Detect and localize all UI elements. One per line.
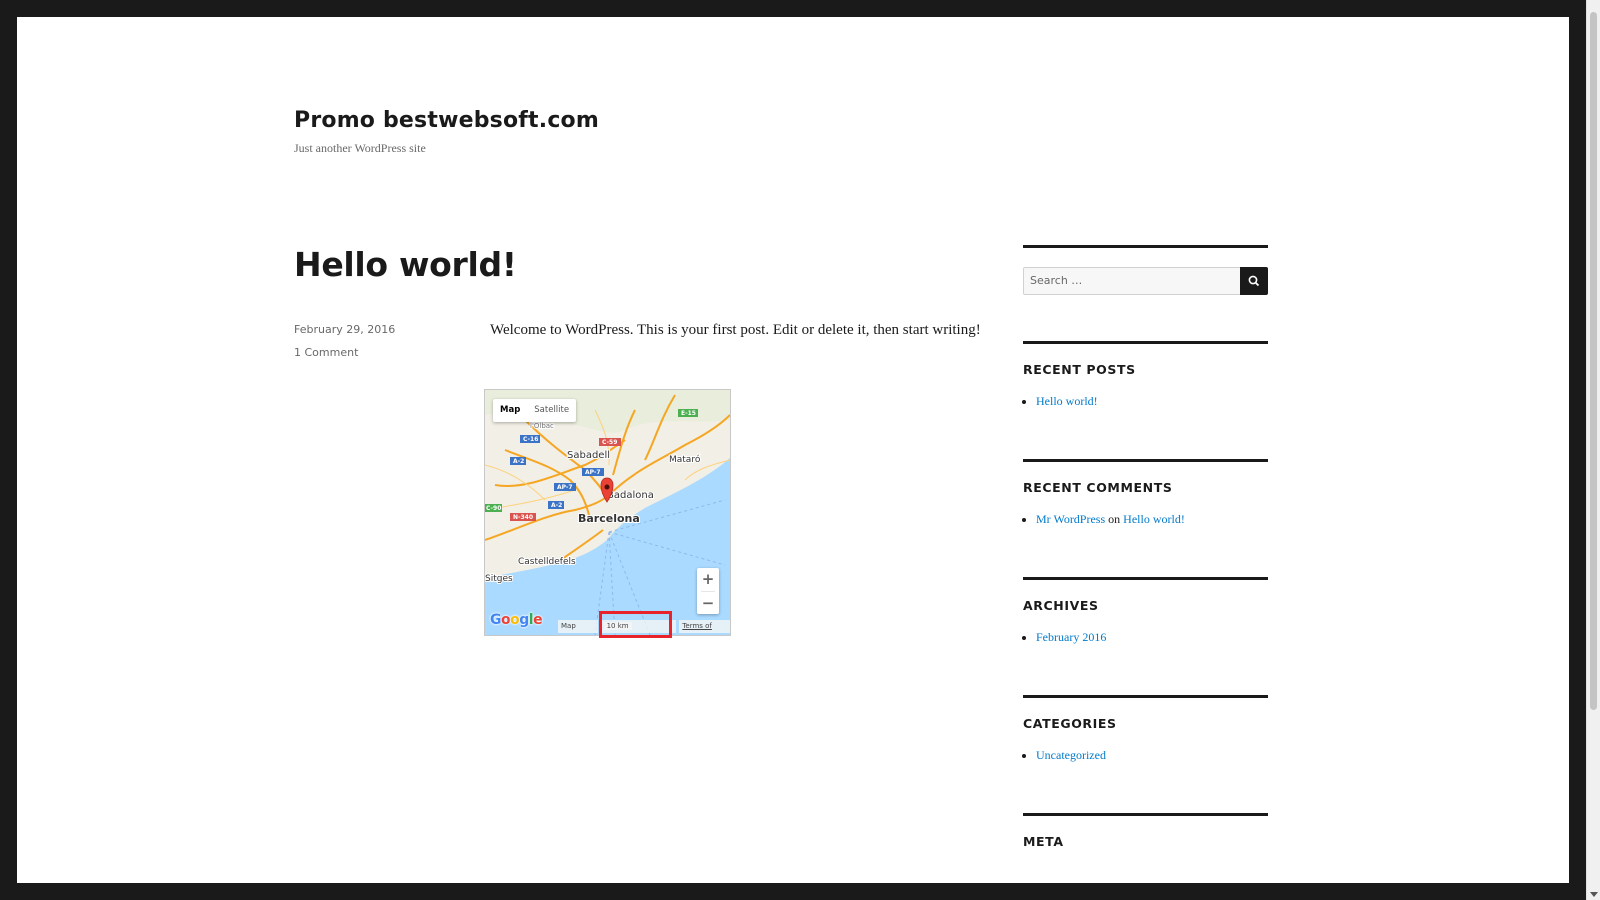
map-type-map-button[interactable]: Map — [493, 399, 527, 422]
map-type-satellite-button[interactable]: Satellite — [527, 399, 576, 422]
scrollbar-thumb[interactable] — [1590, 12, 1597, 710]
list-item: Mr WordPress on Hello world! — [1036, 509, 1268, 529]
svg-text:Sabadell: Sabadell — [567, 450, 610, 461]
terms-of-use-link[interactable]: Terms of Use — [679, 620, 730, 633]
svg-text:Sitges: Sitges — [485, 574, 513, 584]
svg-text:Badalona: Badalona — [607, 490, 654, 501]
svg-text:Mataró: Mataró — [669, 454, 701, 465]
svg-text:l'Olbac: l'Olbac — [530, 422, 554, 430]
vertical-scrollbar[interactable] — [1586, 0, 1600, 900]
svg-text:C-59: C-59 — [602, 439, 617, 446]
map-data-link[interactable]: Map Data — [558, 620, 598, 633]
archive-link[interactable]: February 2016 — [1036, 630, 1106, 644]
map-type-control: Map Satellite — [493, 399, 577, 422]
list-item: Hello world! — [1036, 391, 1268, 411]
post-content: Welcome to WordPress. This is your first… — [490, 322, 981, 338]
search-form: Search … — [1023, 267, 1268, 295]
archives-title: ARCHIVES — [1023, 598, 1099, 613]
category-link[interactable]: Uncategorized — [1036, 748, 1106, 762]
svg-text:N-340: N-340 — [513, 514, 533, 521]
search-icon — [1248, 275, 1260, 287]
svg-text:AP-7: AP-7 — [557, 484, 573, 491]
page: Promo bestwebsoft.com Just another WordP… — [17, 17, 1569, 883]
comments-link[interactable]: 1 Comment — [294, 346, 358, 359]
svg-text:Castelldefels: Castelldefels — [518, 557, 576, 567]
svg-text:Barcelona: Barcelona — [578, 512, 640, 525]
svg-text:AP-7: AP-7 — [585, 469, 601, 476]
meta-title: META — [1023, 834, 1064, 849]
recent-comments-title: RECENT COMMENTS — [1023, 480, 1173, 495]
scroll-down-arrow-icon[interactable] — [1590, 892, 1598, 897]
search-input[interactable]: Search … — [1023, 267, 1241, 295]
list-item: Uncategorized — [1036, 745, 1268, 765]
comment-on-text: on — [1108, 512, 1121, 526]
meta-widget: META — [1023, 813, 1268, 849]
zoom-out-button[interactable]: − — [697, 592, 719, 615]
comment-author-link[interactable]: Mr WordPress — [1036, 512, 1105, 526]
svg-text:C-90: C-90 — [486, 505, 501, 512]
site-title[interactable]: Promo bestwebsoft.com — [294, 108, 599, 133]
post-date[interactable]: February 29, 2016 — [294, 323, 395, 336]
list-item: February 2016 — [1036, 627, 1268, 647]
recent-posts-title: RECENT POSTS — [1023, 362, 1136, 377]
svg-text:A-2: A-2 — [513, 458, 524, 465]
post-title[interactable]: Hello world! — [294, 245, 517, 284]
map-tiles[interactable]: C-16 C-59 A-2 AP-7 AP-7 A-2 N-340 E-15 C… — [485, 390, 730, 635]
recent-post-link[interactable]: Hello world! — [1036, 394, 1098, 408]
recent-comments-widget: RECENT COMMENTS Mr WordPress on Hello wo… — [1023, 459, 1268, 529]
search-button[interactable] — [1240, 267, 1268, 295]
google-logo[interactable]: Google — [490, 612, 543, 628]
zoom-control: + − — [697, 568, 719, 614]
svg-text:A-2: A-2 — [551, 502, 562, 509]
site-description: Just another WordPress site — [294, 141, 426, 155]
comment-post-link[interactable]: Hello world! — [1123, 512, 1185, 526]
archives-widget: ARCHIVES February 2016 — [1023, 577, 1268, 647]
categories-title: CATEGORIES — [1023, 716, 1117, 731]
categories-widget: CATEGORIES Uncategorized — [1023, 695, 1268, 765]
svg-text:E-15: E-15 — [681, 410, 696, 417]
recent-posts-widget: RECENT POSTS Hello world! — [1023, 341, 1268, 411]
svg-text:C-16: C-16 — [523, 436, 538, 443]
google-map[interactable]: C-16 C-59 A-2 AP-7 AP-7 A-2 N-340 E-15 C… — [484, 389, 731, 636]
scale-highlight-box — [599, 611, 672, 638]
zoom-in-button[interactable]: + — [697, 568, 719, 591]
search-widget-rule — [1023, 245, 1268, 248]
